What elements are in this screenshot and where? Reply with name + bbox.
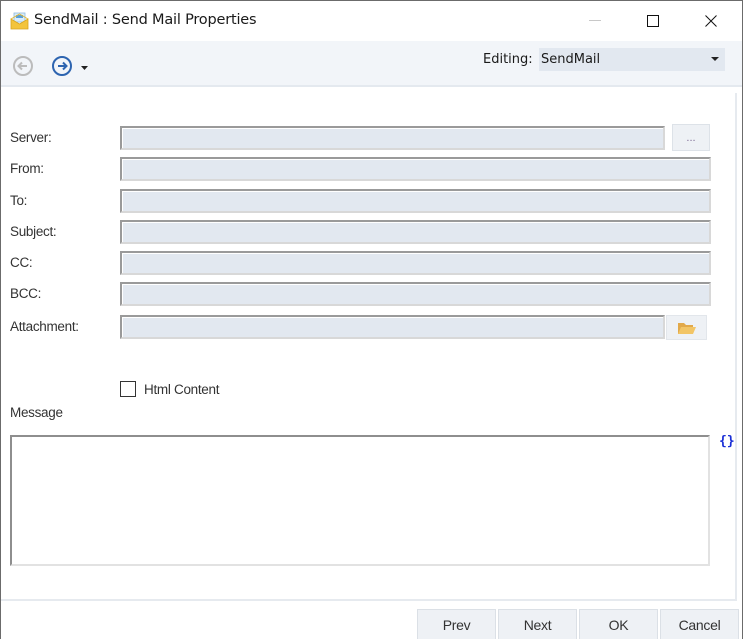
arrow-right-circle-icon bbox=[52, 56, 72, 76]
message-label: Message bbox=[10, 405, 63, 420]
folder-icon bbox=[677, 322, 696, 334]
cancel-button[interactable]: Cancel bbox=[660, 609, 739, 639]
html-content-label: Html Content bbox=[144, 381, 220, 397]
editing-select[interactable]: SendMail bbox=[539, 48, 725, 71]
close-button[interactable] bbox=[682, 1, 740, 41]
toolbar: Editing: SendMail bbox=[1, 41, 742, 87]
caret-down-icon bbox=[81, 66, 88, 70]
send-mail-properties-window: SendMail : Send Mail Properties Editing:… bbox=[0, 0, 743, 639]
bcc-label: BCC: bbox=[10, 286, 42, 301]
ok-button[interactable]: OK bbox=[579, 609, 658, 639]
subject-label: Subject: bbox=[10, 224, 57, 239]
message-textarea[interactable] bbox=[10, 435, 710, 566]
checkbox-box[interactable] bbox=[120, 381, 136, 397]
arrow-left-circle-icon bbox=[13, 56, 33, 76]
window-title: SendMail : Send Mail Properties bbox=[34, 12, 257, 28]
cc-field[interactable] bbox=[120, 251, 711, 275]
next-button[interactable]: Next bbox=[498, 609, 577, 639]
editing-label: Editing: bbox=[483, 52, 533, 67]
from-label: From: bbox=[10, 161, 44, 176]
chevron-down-icon bbox=[711, 57, 719, 61]
attachment-label: Attachment: bbox=[10, 319, 79, 334]
subject-field[interactable] bbox=[120, 220, 711, 244]
minimize-button[interactable] bbox=[566, 1, 624, 41]
expression-editor-icon[interactable]: {} bbox=[719, 434, 735, 449]
forward-button[interactable] bbox=[51, 55, 73, 77]
server-label: Server: bbox=[10, 130, 52, 145]
maximize-button[interactable] bbox=[624, 1, 682, 41]
maximize-icon bbox=[647, 15, 659, 27]
server-browse-button[interactable]: ... bbox=[672, 124, 710, 151]
minimize-icon bbox=[589, 20, 601, 21]
bcc-field[interactable] bbox=[120, 282, 711, 306]
close-icon bbox=[705, 15, 717, 27]
cc-label: CC: bbox=[10, 255, 33, 270]
navigation-dropdown-button[interactable] bbox=[80, 61, 90, 71]
editing-selected-value: SendMail bbox=[541, 52, 601, 67]
to-field[interactable] bbox=[120, 189, 711, 213]
to-label: To: bbox=[10, 193, 28, 208]
back-button[interactable] bbox=[12, 55, 34, 77]
envelope-open-icon bbox=[10, 12, 29, 30]
title-bar: SendMail : Send Mail Properties bbox=[1, 1, 742, 41]
attachment-browse-button[interactable] bbox=[666, 315, 707, 340]
attachment-field[interactable] bbox=[120, 315, 665, 339]
server-field[interactable] bbox=[120, 126, 665, 150]
prev-button[interactable]: Prev bbox=[417, 609, 496, 639]
html-content-checkbox[interactable]: Html Content bbox=[120, 381, 219, 397]
from-field[interactable] bbox=[120, 157, 711, 181]
